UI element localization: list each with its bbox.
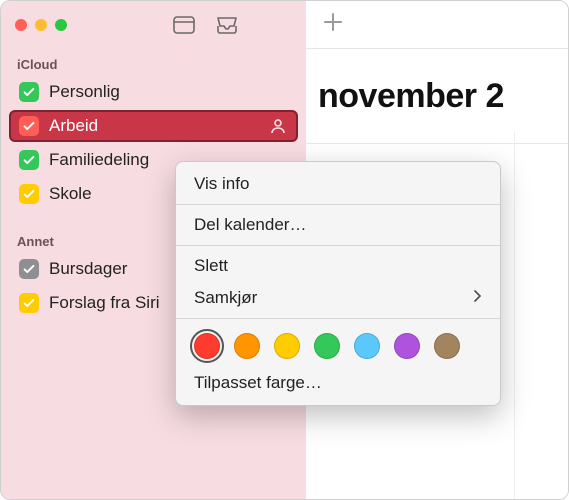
calendar-label: Familiedeling	[49, 150, 149, 170]
sidebar-item-personlig[interactable]: Personlig	[9, 76, 298, 108]
checkbox-icon[interactable]	[19, 184, 39, 204]
divider	[306, 142, 568, 144]
menu-separator	[176, 245, 500, 246]
calendar-label: Skole	[49, 184, 92, 204]
checkbox-icon[interactable]	[19, 82, 39, 102]
inbox-icon[interactable]	[215, 15, 239, 35]
calendar-label: Personlig	[49, 82, 120, 102]
window-controls	[15, 19, 67, 31]
checkbox-icon[interactable]	[19, 259, 39, 279]
color-swatch-green[interactable]	[314, 333, 340, 359]
checkbox-icon[interactable]	[19, 293, 39, 313]
menu-label: Slett	[194, 256, 228, 276]
color-swatch-orange[interactable]	[234, 333, 260, 359]
grid-line	[514, 131, 515, 499]
menu-separator	[176, 204, 500, 205]
menu-label: Del kalender…	[194, 215, 306, 235]
menu-item-merge[interactable]: Samkjør	[176, 282, 500, 314]
calendar-label: Arbeid	[49, 116, 98, 136]
month-title: november 2	[306, 49, 568, 116]
main-toolbar	[306, 1, 568, 49]
minimize-window-button[interactable]	[35, 19, 47, 31]
menu-item-show-info[interactable]: Vis info	[176, 168, 500, 200]
sidebar-section-header-icloud: iCloud	[1, 49, 306, 76]
menu-separator	[176, 318, 500, 319]
color-swatch-row	[176, 323, 500, 367]
checkbox-icon[interactable]	[19, 150, 39, 170]
menu-item-share-calendar[interactable]: Del kalender…	[176, 209, 500, 241]
calendar-view-icon[interactable]	[173, 15, 195, 35]
sidebar-item-arbeid[interactable]: Arbeid	[9, 110, 298, 142]
color-swatch-brown[interactable]	[434, 333, 460, 359]
color-swatch-yellow[interactable]	[274, 333, 300, 359]
checkbox-icon[interactable]	[19, 116, 39, 136]
color-swatch-red[interactable]	[194, 333, 220, 359]
share-indicator-icon	[268, 118, 288, 134]
calendar-context-menu: Vis info Del kalender… Slett Samkjør Ti	[175, 161, 501, 406]
color-swatch-blue[interactable]	[354, 333, 380, 359]
calendar-label: Bursdager	[49, 259, 127, 279]
add-event-icon[interactable]	[322, 11, 344, 38]
menu-label: Samkjør	[194, 288, 257, 308]
menu-item-delete[interactable]: Slett	[176, 250, 500, 282]
titlebar	[1, 1, 306, 49]
menu-label: Tilpasset farge…	[194, 373, 322, 393]
fullscreen-window-button[interactable]	[55, 19, 67, 31]
close-window-button[interactable]	[15, 19, 27, 31]
sidebar-toolbar	[173, 15, 239, 35]
calendar-window: iCloud Personlig Arbeid	[0, 0, 569, 500]
calendar-label: Forslag fra Siri	[49, 293, 160, 313]
menu-item-custom-color[interactable]: Tilpasset farge…	[176, 367, 500, 399]
menu-label: Vis info	[194, 174, 249, 194]
chevron-right-icon	[473, 288, 482, 308]
color-swatch-purple[interactable]	[394, 333, 420, 359]
